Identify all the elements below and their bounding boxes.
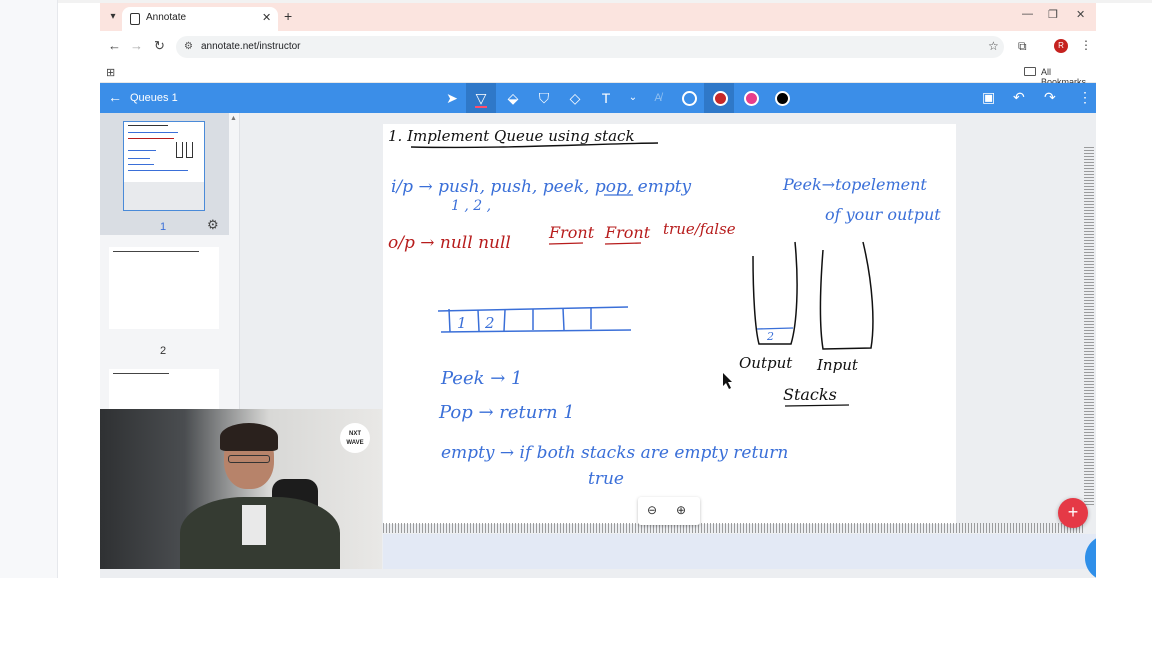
forward-icon[interactable]: → [130, 38, 143, 53]
output-line: o/p → null null [388, 233, 511, 253]
back-arrow-icon[interactable]: ← [108, 89, 122, 105]
pointer-icon[interactable]: ➤ [437, 83, 467, 113]
thumbnail-page-3[interactable] [109, 369, 219, 409]
site-info-icon[interactable]: ⚙ [184, 41, 193, 52]
webcam-person-shirt [242, 505, 266, 545]
thumbnail-number-1: 1 [160, 221, 167, 233]
bookmark-star-icon[interactable]: ☆ [988, 39, 999, 53]
omnibox[interactable]: ⚙ annotate.net/instructor ☆ [176, 36, 1004, 58]
tab-title: Annotate [146, 12, 187, 23]
swatch-white[interactable] [682, 91, 697, 106]
webcam-overlay: NXT WAVE [100, 409, 382, 569]
output-stack-item-line [756, 327, 794, 330]
new-tab-icon[interactable]: + [284, 8, 292, 24]
front-1-underline [548, 242, 584, 245]
close-icon[interactable]: ✕ [262, 11, 271, 24]
highlighter-icon[interactable]: ⛉ [529, 83, 559, 113]
browser-window: ▾ Annotate ✕ + — ❐ ✕ ← → ↻ ⚙ annotate.ne… [100, 3, 1096, 578]
empty-line-1: empty → if both stacks are empty return [441, 443, 788, 463]
input-stack-outline [819, 241, 874, 350]
gear-icon[interactable]: ⚙ [207, 217, 219, 233]
array-cell-1: 1 [457, 314, 467, 332]
webcam-person-glasses [228, 455, 270, 463]
eraser-icon[interactable]: ◇ [560, 83, 590, 113]
present-icon[interactable]: ▣ [982, 89, 995, 106]
thumbnail-number-2: 2 [160, 345, 167, 357]
minimize-icon[interactable]: — [1022, 8, 1033, 20]
nxtwave-logo: NXT WAVE [340, 423, 370, 453]
label-stacks: Stacks [783, 385, 837, 404]
thumbnail-page-2[interactable] [109, 247, 219, 329]
bottom-strip [383, 534, 1096, 569]
tab-strip: ▾ Annotate ✕ + — ❐ ✕ [100, 3, 1096, 31]
output-front-2: Front [604, 223, 651, 242]
pop-line: Pop → return 1 [438, 402, 575, 423]
output-front-1: Front [548, 223, 595, 242]
pen-icon[interactable]: ▽ [466, 83, 496, 113]
marker-icon[interactable]: ⬙ [498, 83, 528, 113]
vertical-ruler [1084, 147, 1094, 507]
peek-note-line-2: of your output [825, 205, 941, 224]
array-dividers [448, 307, 592, 333]
input-args: 1 , 2 , [451, 198, 491, 214]
left-background-pane [0, 0, 58, 578]
font-size-icon[interactable]: A̸ [643, 83, 673, 113]
address-bar: ← → ↻ ⚙ annotate.net/instructor ☆ ⧉ R ⋮ [100, 31, 1096, 63]
add-page-button[interactable]: + [1058, 498, 1088, 528]
webcam-person-hair [220, 423, 278, 451]
window-close-icon[interactable]: ✕ [1076, 8, 1085, 21]
thumbnail-page-1[interactable] [123, 121, 205, 211]
page-icon [130, 13, 140, 25]
app-toolbar: ← Queues 1 ➤ ▽ ⬙ ⛉ ◇ T ⌄ A̸ ▣ ↶ ↷ ⋮ [100, 83, 1096, 113]
bookmarks-bar: ⊞ All Bookmarks [100, 63, 1096, 87]
reload-icon[interactable]: ↻ [154, 38, 165, 54]
peek-note-line-1: Peek→topelement [782, 175, 927, 194]
array-cell-2: 2 [484, 314, 495, 332]
folder-icon [1024, 67, 1036, 76]
peek-line: Peek → 1 [440, 368, 523, 389]
front-2-underline [604, 242, 642, 245]
url-text: annotate.net/instructor [201, 41, 301, 52]
whiteboard-page[interactable]: 1. Implement Queue using stack i/p → pus… [383, 124, 956, 524]
label-output: Output [739, 354, 793, 372]
handwritten-notes: 1. Implement Queue using stack i/p → pus… [388, 127, 941, 489]
input-line: i/p → push, push, peek, pop, empty [391, 177, 692, 197]
zoom-controls: ⊖ ⊕ [638, 497, 700, 525]
text-icon[interactable]: T [591, 83, 621, 113]
tab-annotate[interactable]: Annotate ✕ [122, 7, 278, 31]
undo-icon[interactable]: ↶ [1013, 89, 1025, 106]
scroll-up-icon[interactable]: ▲ [230, 115, 237, 122]
more-menu-icon[interactable]: ⋮ [1078, 89, 1092, 106]
stacks-underline [784, 404, 850, 407]
horizontal-ruler [383, 523, 1083, 533]
label-input: Input [816, 356, 859, 374]
tab-search-icon[interactable]: ▾ [106, 10, 120, 24]
swatch-black[interactable] [775, 91, 790, 106]
screen: ▾ Annotate ✕ + — ❐ ✕ ← → ↻ ⚙ annotate.ne… [0, 0, 1152, 648]
output-true-false: true/false [663, 220, 736, 238]
document-title: Queues 1 [130, 92, 178, 104]
profile-avatar[interactable]: R [1054, 39, 1068, 53]
zoom-in-icon[interactable]: ⊕ [676, 503, 686, 517]
restore-icon[interactable]: ❐ [1048, 8, 1058, 21]
mouse-cursor-icon [723, 373, 732, 389]
array-bottom-line [440, 329, 632, 333]
redo-icon[interactable]: ↷ [1044, 89, 1056, 106]
page-thumbnails-panel: 1 ⚙ 2 ▲ [100, 113, 240, 409]
apps-grid-icon[interactable]: ⊞ [106, 66, 115, 79]
thumbnail-scrollbar[interactable]: ▲ [229, 113, 239, 409]
back-icon[interactable]: ← [108, 38, 121, 53]
extensions-icon[interactable]: ⧉ [1018, 39, 1027, 54]
workspace: 1 ⚙ 2 ▲ 1. Implement Queue using stack i… [100, 113, 1096, 578]
zoom-out-icon[interactable]: ⊖ [647, 503, 657, 517]
output-stack-item: 2 [766, 330, 774, 343]
swatch-red[interactable] [713, 91, 728, 106]
browser-menu-icon[interactable]: ⋮ [1080, 38, 1092, 52]
empty-line-2: true [588, 469, 624, 489]
notes-title: 1. Implement Queue using stack [388, 127, 635, 145]
swatch-pink[interactable] [744, 91, 759, 106]
